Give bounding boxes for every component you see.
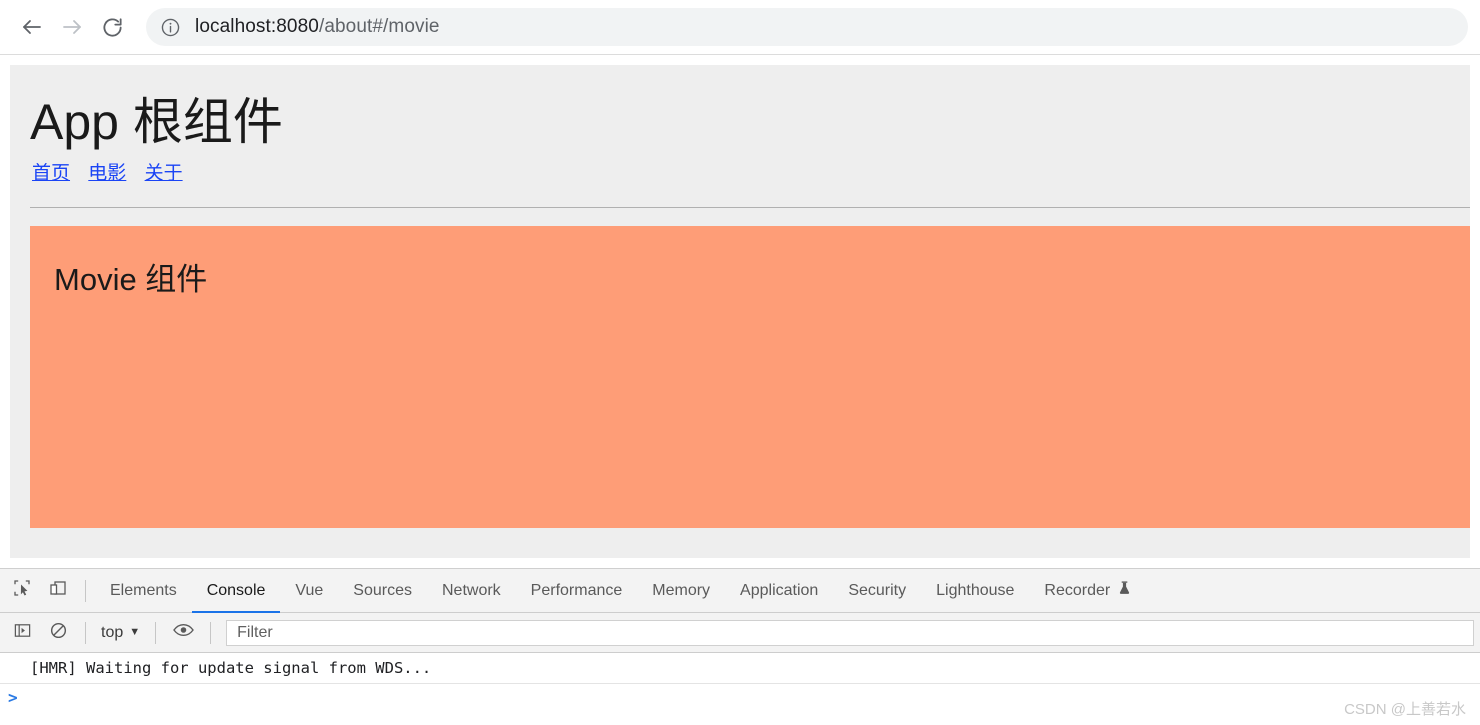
tab-label: Network [441,582,501,599]
device-toolbar-button[interactable] [43,576,73,606]
console-input-row[interactable]: > [0,684,1480,718]
tab-network[interactable]: Network [427,569,516,613]
tab-vue[interactable]: Vue [280,569,338,613]
tab-label: Elements [110,582,177,599]
nav-link-movie[interactable]: 电影 [88,163,126,184]
clear-console-icon [49,621,68,645]
forward-button[interactable] [52,7,92,47]
live-expression-eye-icon [172,622,194,643]
console-output: [HMR] Waiting for update signal from WDS… [0,653,1480,725]
url-host: localhost:8080 [195,16,319,37]
tab-label: Security [848,582,907,599]
watermark: CSDN @上善若水 [1344,701,1466,718]
toolbar-separator [85,621,86,644]
devtools-panel: Elements Console Vue Sources Network Per… [0,568,1480,725]
toolbar-separator [155,621,157,644]
tab-recorder[interactable]: Recorder [1029,569,1147,613]
prompt-caret-icon: > [8,688,18,707]
tab-label: Memory [652,582,711,599]
tab-label: Sources [353,582,412,599]
tab-performance[interactable]: Performance [516,569,638,613]
url-text: localhost:8080/about#/movie [195,16,440,38]
tab-memory[interactable]: Memory [637,569,725,613]
console-filter-input[interactable]: Filter [226,619,1474,646]
tab-application[interactable]: Application [725,569,833,613]
toolbar-separator [210,621,212,644]
tab-sources[interactable]: Sources [338,569,427,613]
browser-toolbar: localhost:8080/about#/movie [0,0,1480,55]
tab-label: Vue [295,582,324,599]
url-path: /about#/movie [318,16,440,37]
inspect-element-icon [12,578,32,603]
nav-link-home[interactable]: 首页 [32,163,70,184]
console-sidebar-button[interactable] [7,618,37,648]
live-expression-button[interactable] [168,618,198,648]
tab-elements[interactable]: Elements [95,569,192,613]
tab-label: Performance [530,582,623,599]
page-viewport: App 根组件 首页 电影 关于 Movie 组件 [0,55,1480,568]
chevron-down-icon: ▼ [129,626,141,638]
horizontal-divider [30,207,1470,208]
info-circle-icon[interactable] [160,17,181,38]
tab-security[interactable]: Security [833,569,921,613]
tab-lighthouse[interactable]: Lighthouse [921,569,1029,613]
tab-label: Lighthouse [936,582,1015,599]
clear-console-button[interactable] [43,618,73,648]
arrow-right-icon [60,15,84,39]
movie-component-heading: Movie 组件 [54,262,208,297]
console-toolbar: top ▼ Filter [0,613,1480,653]
inspect-element-button[interactable] [7,576,37,606]
devtools-tabbar: Elements Console Vue Sources Network Per… [0,569,1480,613]
app-root: App 根组件 首页 电影 关于 Movie 组件 [10,65,1470,558]
nav-link-about[interactable]: 关于 [145,163,183,184]
tab-label: Recorder [1044,582,1111,599]
arrow-left-icon [20,15,44,39]
router-nav: 首页 电影 关于 [10,152,1470,185]
console-sidebar-icon [13,621,32,645]
console-message: [HMR] Waiting for update signal from WDS… [0,653,1480,684]
back-button[interactable] [12,7,52,47]
reload-button[interactable] [92,7,132,47]
tab-label: Application [740,582,819,599]
console-context-selector[interactable]: top ▼ [95,622,146,644]
device-toolbar-icon [48,578,68,603]
movie-component: Movie 组件 [30,226,1470,528]
toolbar-separator [85,579,86,602]
reload-icon [101,16,124,39]
tab-label: Console [206,582,266,599]
flask-icon [1117,580,1132,603]
context-label: top [101,623,124,641]
tab-console[interactable]: Console [192,569,281,613]
address-bar[interactable]: localhost:8080/about#/movie [146,8,1468,46]
page-title: App 根组件 [30,94,283,150]
